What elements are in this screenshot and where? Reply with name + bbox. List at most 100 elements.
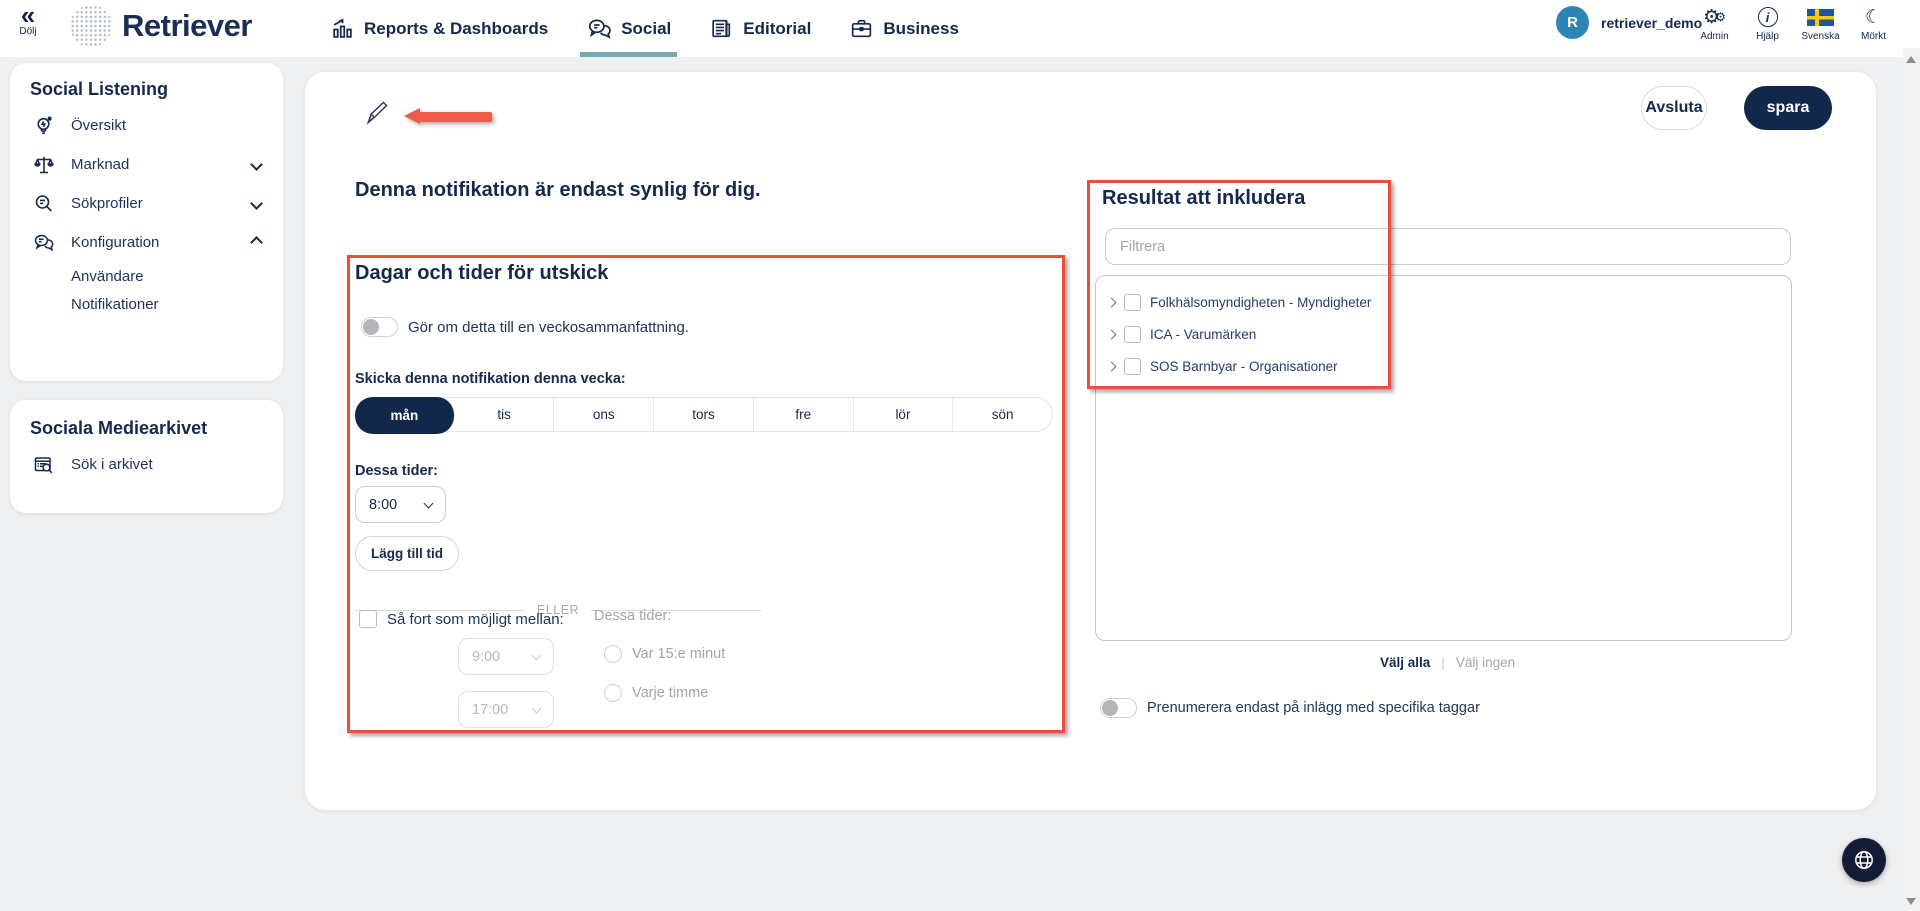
retriever-logo[interactable]: Retriever <box>70 5 252 47</box>
sidebar-title: Sociala Mediearkivet <box>30 418 208 438</box>
sidebar-item-label: Sök i arkivet <box>71 456 153 473</box>
filter-input[interactable] <box>1105 228 1791 265</box>
dark-mode-button[interactable]: ☾ Mörkt <box>1847 4 1900 42</box>
sidebar-item-konfiguration[interactable]: Konfiguration <box>30 223 265 262</box>
radio-row-hourly: Varje timme <box>604 684 708 702</box>
sidebar-item-sok-i-arkivet[interactable]: Sök i arkivet <box>30 445 265 484</box>
scroll-down-arrow[interactable] <box>1906 898 1916 905</box>
radio-hourly[interactable] <box>604 684 622 702</box>
scales-icon <box>30 153 57 177</box>
radio-label: Var 15:e minut <box>632 646 726 662</box>
sidebar-item-label: Konfiguration <box>71 234 160 251</box>
user-name: retriever_demo <box>1601 14 1703 31</box>
sidebar-item-label: Marknad <box>71 156 130 173</box>
bar-chart-icon <box>330 16 355 41</box>
annotation-arrow-left <box>404 108 492 125</box>
top-header: « Dölj Retriever Reports & Dashboards So… <box>0 0 1920 57</box>
add-time-button[interactable]: Lägg till tid <box>355 536 459 571</box>
chat-bubbles-icon <box>586 16 612 42</box>
radio-15min[interactable] <box>604 645 622 663</box>
visibility-note: Denna notifikation är endast synlig för … <box>355 179 761 201</box>
weekly-summary-toggle-row: Gör om detta till en veckosammanfattning… <box>361 317 689 337</box>
day-button-tors[interactable]: tors <box>654 398 754 431</box>
admin-button[interactable]: ⚙ ⚙ Admin <box>1688 4 1741 42</box>
link-separator: | <box>1441 655 1445 670</box>
select-links: Välj alla | Välj ingen <box>1380 655 1515 670</box>
asap-to-select[interactable]: 17:00 <box>458 691 554 728</box>
sidebar-item-sokprofiler[interactable]: Sökprofiler <box>30 184 265 223</box>
brand-wordmark: Retriever <box>122 8 252 43</box>
sidebar-item-marknad[interactable]: Marknad <box>30 145 265 184</box>
help-button[interactable]: i Hjälp <box>1741 4 1794 42</box>
tree-row-sos-barnbyar[interactable]: SOS Barnbyar - Organisationer <box>1104 350 1783 382</box>
action-label: Admin <box>1700 31 1729 42</box>
tree-checkbox[interactable] <box>1124 293 1141 311</box>
day-button-lor[interactable]: lör <box>854 398 954 431</box>
chevron-down-icon <box>423 498 434 508</box>
tree-label: ICA - Varumärken <box>1150 326 1257 342</box>
sidebar-subitem-anvandare[interactable]: Användare <box>30 262 265 290</box>
moon-icon: ☾ <box>1864 6 1883 28</box>
action-label: Svenska <box>1801 31 1840 42</box>
language-button[interactable]: Svenska <box>1794 4 1847 42</box>
collapse-icon: « <box>20 0 36 30</box>
select-none-link[interactable]: Välj ingen <box>1456 655 1515 670</box>
day-button-ons[interactable]: ons <box>554 398 655 431</box>
page-scrollbar[interactable] <box>1903 48 1920 911</box>
notification-editor-panel: Avsluta spara Denna notifikation är enda… <box>305 72 1876 810</box>
sidebar-item-label: Sökprofiler <box>71 195 143 212</box>
select-all-link[interactable]: Välj alla <box>1380 655 1430 670</box>
primary-nav: Reports & Dashboards Social Editorial Bu… <box>330 0 959 57</box>
chevron-up-icon <box>250 236 263 249</box>
results-section-title: Resultat att inkludera <box>1102 187 1306 209</box>
scroll-up-arrow[interactable] <box>1906 56 1916 63</box>
sidebar-title: Social Listening <box>30 79 169 99</box>
chevron-right-icon[interactable] <box>1106 329 1117 339</box>
collapse-sidebar-button[interactable]: « Dölj <box>10 2 46 37</box>
tree-checkbox[interactable] <box>1124 357 1141 375</box>
gears-icon: ⚙ ⚙ <box>1703 6 1726 28</box>
asap-checkbox[interactable] <box>359 610 377 628</box>
chevron-right-icon[interactable] <box>1106 297 1117 307</box>
chat-bubbles-icon <box>30 231 57 255</box>
tree-row-folkhalsomyndigheten[interactable]: Folkhälsomyndigheten - Myndigheter <box>1104 286 1783 318</box>
time-select[interactable]: 8:00 <box>355 486 446 523</box>
day-button-son[interactable]: sön <box>953 398 1052 431</box>
asap-to-value: 17:00 <box>472 701 509 718</box>
archive-search-icon <box>30 453 57 477</box>
tree-label: Folkhälsomyndigheten - Myndigheter <box>1150 294 1372 310</box>
user-menu[interactable]: R retriever_demo <box>1556 6 1702 39</box>
sidebar-item-oversikt[interactable]: Översikt <box>30 106 265 145</box>
tree-row-ica[interactable]: ICA - Varumärken <box>1104 318 1783 350</box>
nav-business[interactable]: Business <box>849 0 959 57</box>
asap-checkbox-row: Så fort som möjligt mellan: <box>359 610 564 628</box>
cancel-button[interactable]: Avsluta <box>1641 86 1707 130</box>
day-button-tis[interactable]: tis <box>455 398 555 431</box>
newspaper-icon <box>709 16 734 41</box>
asap-from-select[interactable]: 9:00 <box>458 638 554 675</box>
save-button[interactable]: spara <box>1744 86 1832 130</box>
tags-toggle-label: Prenumerera endast på inlägg med specifi… <box>1147 700 1480 716</box>
nav-reports-dashboards[interactable]: Reports & Dashboards <box>330 0 548 57</box>
chevron-right-icon[interactable] <box>1106 361 1117 371</box>
tree-label: SOS Barnbyar - Organisationer <box>1150 358 1338 374</box>
nav-social[interactable]: Social <box>580 0 678 57</box>
tree-checkbox[interactable] <box>1124 325 1141 343</box>
search-profile-icon <box>30 192 57 216</box>
swedish-flag-icon <box>1807 4 1834 30</box>
lightbulb-icon <box>30 114 57 138</box>
tags-toggle[interactable] <box>1100 698 1137 718</box>
nav-label: Reports & Dashboards <box>364 18 549 38</box>
globe-fab-button[interactable] <box>1842 838 1886 882</box>
weekly-summary-toggle[interactable] <box>361 317 398 337</box>
action-label: Mörkt <box>1861 31 1886 42</box>
sidebar-subitem-notifikationer[interactable]: Notifikationer <box>30 290 265 318</box>
chevron-down-icon <box>250 158 263 171</box>
day-button-man[interactable]: mån <box>355 397 455 434</box>
sidebar-media-archive: Sociala Mediearkivet Sök i arkivet <box>10 400 283 513</box>
day-button-fre[interactable]: fre <box>754 398 854 431</box>
nav-label: Business <box>883 18 959 38</box>
edit-pencil-icon[interactable] <box>363 98 391 131</box>
collapse-label: Dölj <box>19 26 37 37</box>
nav-editorial[interactable]: Editorial <box>709 0 811 57</box>
